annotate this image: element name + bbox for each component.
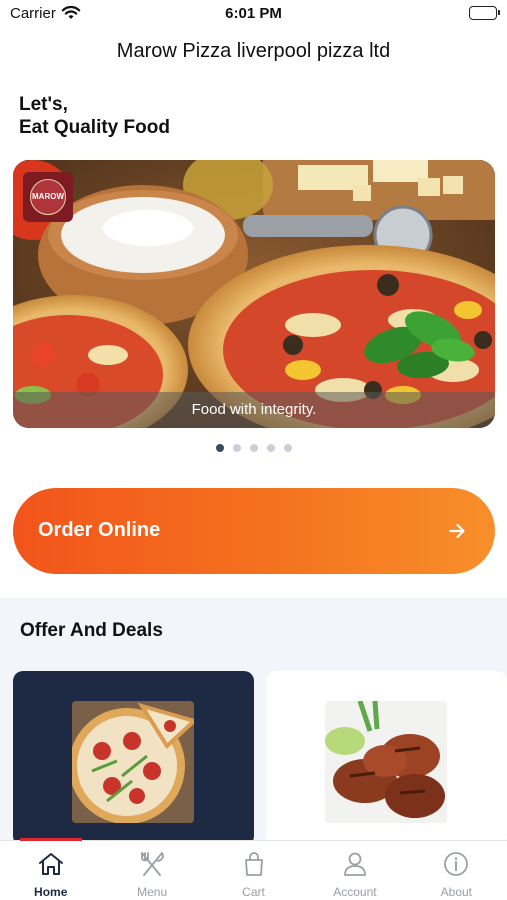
greeting-line-2: Eat Quality Food [19, 117, 170, 138]
brand-logo: MAROW [23, 172, 73, 222]
carousel-pagination [0, 444, 507, 452]
order-online-button[interactable]: Order Online [13, 488, 495, 574]
carousel-dot[interactable] [266, 444, 275, 452]
hero-pizza-image [13, 160, 495, 428]
hero-caption: Food with integrity. [13, 392, 495, 428]
tab-label: Home [34, 885, 68, 899]
greeting-heading: Let's, Eat Quality Food [19, 93, 170, 139]
order-online-label: Order Online [38, 519, 161, 541]
carousel-dot[interactable] [283, 444, 292, 452]
carousel-dot[interactable] [232, 444, 241, 452]
deal-card[interactable] [266, 671, 507, 846]
status-time: 6:01 PM [225, 5, 282, 22]
tab-label: About [440, 885, 472, 899]
page-title: Marow Pizza liverpool pizza ltd [116, 40, 391, 62]
offers-heading: Offer And Deals [20, 620, 163, 641]
deal-card[interactable] [13, 671, 254, 846]
tab-menu[interactable]: Menu [101, 841, 202, 900]
info-icon [444, 852, 469, 876]
home-icon [38, 853, 63, 875]
shopping-bag-icon [244, 852, 263, 876]
carousel-dot[interactable] [215, 444, 224, 452]
pizza-image [72, 701, 194, 823]
tab-label: Account [333, 885, 377, 899]
greeting-line-1: Let's, [19, 94, 68, 115]
arrow-right-icon [447, 521, 467, 546]
tab-home[interactable]: Home [0, 841, 101, 900]
brand-logo-text: MAROW [30, 179, 66, 215]
fork-knife-icon [141, 852, 164, 876]
battery-icon [469, 6, 500, 20]
tab-label: Cart [242, 885, 265, 899]
active-deal-indicator [20, 838, 82, 841]
hero-carousel[interactable]: MAROW Food with integrity. [13, 160, 495, 428]
grilled-chicken-image [325, 701, 447, 823]
tab-cart[interactable]: Cart [203, 841, 304, 900]
tab-account[interactable]: Account [304, 841, 405, 900]
tab-bar: Home Menu Cart Account About [0, 840, 507, 900]
tab-label: Menu [137, 885, 168, 899]
tab-about[interactable]: About [406, 841, 507, 900]
status-bar: Carrier 6:01 PM [0, 0, 507, 30]
carousel-dot[interactable] [249, 444, 258, 452]
user-icon [344, 852, 366, 876]
